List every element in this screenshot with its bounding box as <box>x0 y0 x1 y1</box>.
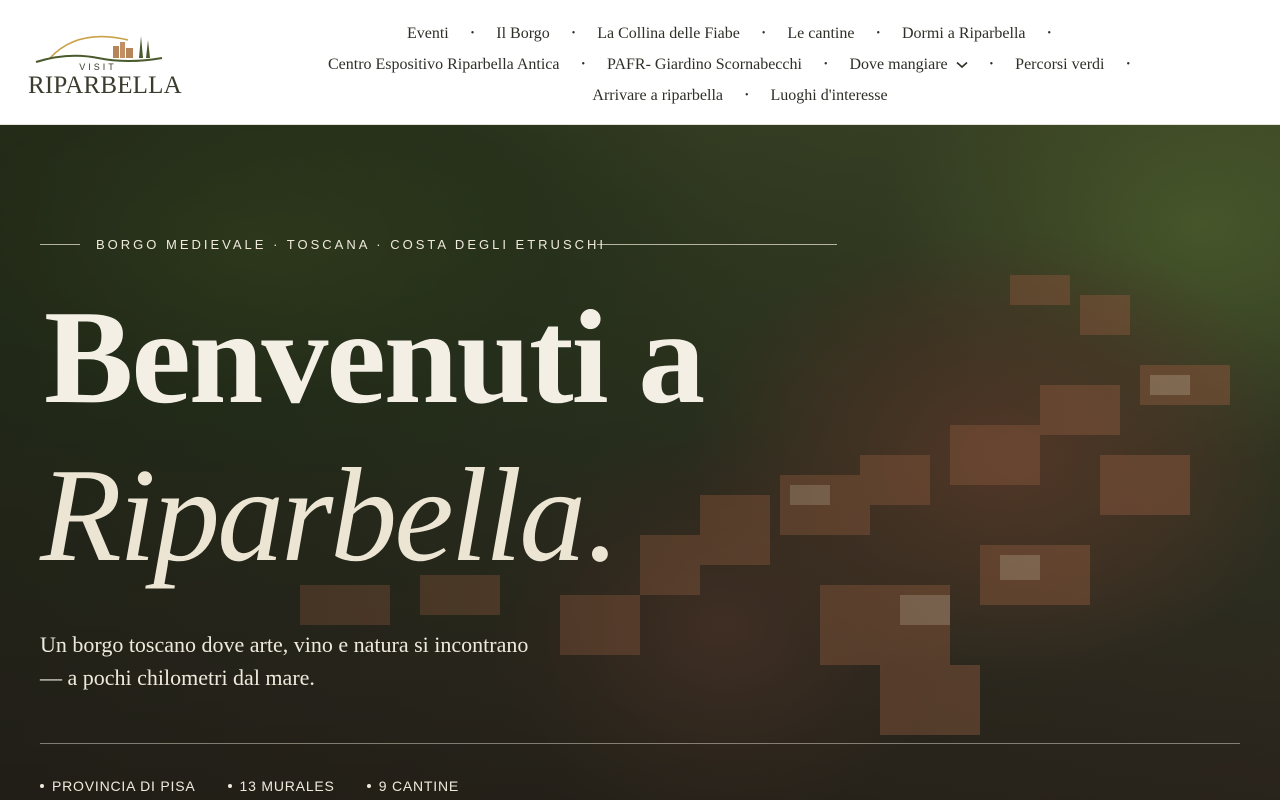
hero-subtitle-line1: Un borgo toscano dove arte, vino e natur… <box>40 632 529 657</box>
site-header: VISIT RIPARBELLA Eventi • Il Borgo • La … <box>0 0 1280 125</box>
nav-separator: • <box>989 59 994 70</box>
nav-item-collina-fiabe[interactable]: La Collina delle Fiabe <box>597 25 740 43</box>
nav-item-dove-mangiare-label: Dove mangiare <box>849 55 948 73</box>
nav-item-centro-espositivo[interactable]: Centro Espositivo Riparbella Antica <box>328 56 560 74</box>
hero-subtitle-line2: — a pochi chilometri dal mare. <box>40 665 315 690</box>
hero-tagline: BORGO MEDIEVALE · TOSCANA · COSTA DEGLI … <box>96 237 606 252</box>
nav-row-1: Eventi • Il Borgo • La Collina delle Fia… <box>240 18 1240 49</box>
nav-separator: • <box>823 59 828 70</box>
bullet-icon <box>366 784 371 788</box>
stat-provincia: PROVINCIA DI PISA <box>40 778 196 794</box>
nav-item-il-borgo[interactable]: Il Borgo <box>496 25 549 43</box>
nav-item-eventi[interactable]: Eventi <box>407 25 449 43</box>
nav-separator: • <box>761 28 766 39</box>
stat-cantine: 9 CANTINE <box>366 778 460 794</box>
nav-separator: • <box>745 90 749 101</box>
nav-item-le-cantine[interactable]: Le cantine <box>787 25 854 43</box>
nav-item-dormi[interactable]: Dormi a Riparbella <box>902 25 1026 43</box>
tagline-rule-left <box>40 244 80 245</box>
nav-item-luoghi-interesse[interactable]: Luoghi d'interesse <box>771 87 888 105</box>
nav-item-dove-mangiare[interactable]: Dove mangiare <box>849 55 968 74</box>
nav-row-2: Centro Espositivo Riparbella Antica • PA… <box>240 49 1240 80</box>
nav-separator: • <box>876 28 880 39</box>
hero-content: BORGO MEDIEVALE · TOSCANA · COSTA DEGLI … <box>0 125 1280 800</box>
hero-title-line1: Benvenuti a <box>44 283 705 431</box>
nav-item-arrivare[interactable]: Arrivare a riparbella <box>592 87 723 105</box>
logo-visit-text: VISIT <box>79 62 117 72</box>
chevron-down-icon <box>956 61 968 68</box>
site-logo[interactable]: VISIT RIPARBELLA <box>28 28 182 100</box>
nav-separator: • <box>571 28 576 39</box>
logo-brand-text: RIPARBELLA <box>28 72 182 99</box>
hero-title-dot: . <box>583 441 616 589</box>
bullet-icon <box>40 784 44 788</box>
nav-separator: • <box>581 59 586 70</box>
nav-separator: • <box>1047 28 1052 39</box>
nav-separator: • <box>470 28 475 39</box>
main-navigation: Eventi • Il Borgo • La Collina delle Fia… <box>240 18 1240 111</box>
hero-title-name: Riparbella <box>40 441 586 589</box>
hero-section: BORGO MEDIEVALE · TOSCANA · COSTA DEGLI … <box>0 125 1280 800</box>
stat-label: 9 CANTINE <box>378 778 460 794</box>
hero-stats: PROVINCIA DI PISA 13 MURALES 9 CANTINE <box>40 778 491 794</box>
stat-murales: 13 MURALES <box>227 778 335 794</box>
hero-divider <box>40 743 1240 744</box>
nav-separator: • <box>1126 59 1130 70</box>
nav-row-3: Arrivare a riparbella • Luoghi d'interes… <box>240 80 1240 111</box>
hero-subtitle: Un borgo toscano dove arte, vino e natur… <box>40 628 640 694</box>
bullet-icon <box>227 784 232 788</box>
hero-title-line2: Riparbella. <box>40 448 617 582</box>
stat-label: PROVINCIA DI PISA <box>52 778 196 794</box>
nav-item-pafr-giardino[interactable]: PAFR- Giardino Scornabecchi <box>607 56 802 74</box>
nav-item-percorsi-verdi[interactable]: Percorsi verdi <box>1015 56 1104 74</box>
stat-label: 13 MURALES <box>239 778 335 794</box>
tagline-rule-right <box>597 244 837 245</box>
